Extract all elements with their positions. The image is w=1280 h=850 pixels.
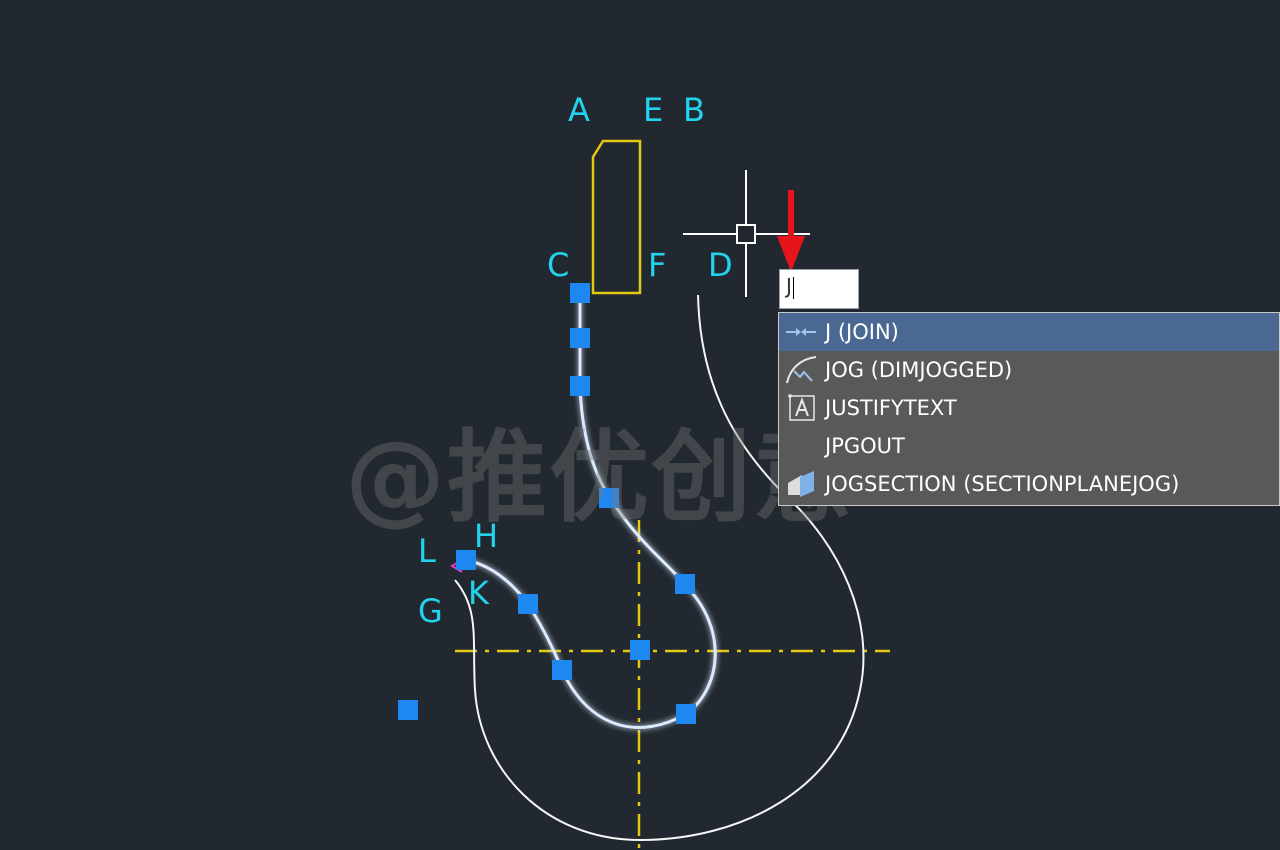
autocomplete-label: JPGOUT bbox=[825, 434, 905, 458]
selected-inner-spline[interactable] bbox=[465, 293, 717, 729]
point-label-d: D bbox=[708, 246, 733, 284]
autocomplete-item-join[interactable]: J (JOIN) bbox=[779, 313, 1279, 351]
autocomplete-label: JOGSECTION (SECTIONPLANEJOG) bbox=[825, 472, 1180, 496]
grip-handle[interactable] bbox=[599, 488, 619, 508]
blank-icon bbox=[783, 431, 819, 461]
grip-handle[interactable] bbox=[630, 640, 650, 660]
command-autocomplete-list: J (JOIN) JOG (DIMJOGGED) JUSTIFYTEXT JPG… bbox=[778, 312, 1280, 506]
grip-handle[interactable] bbox=[552, 660, 572, 680]
command-input-value: J bbox=[786, 274, 792, 298]
grip-handle[interactable] bbox=[456, 550, 476, 570]
autocomplete-label: JUSTIFYTEXT bbox=[825, 396, 957, 420]
section-plane-jog-icon bbox=[783, 469, 819, 499]
grip-handle[interactable] bbox=[398, 700, 418, 720]
jogged-dimension-icon bbox=[783, 355, 819, 385]
command-input[interactable]: J bbox=[779, 269, 859, 309]
grip-handle[interactable] bbox=[570, 376, 590, 396]
red-arrow-annotation bbox=[777, 190, 805, 272]
point-label-l: L bbox=[418, 532, 436, 570]
grip-handle[interactable] bbox=[676, 704, 696, 724]
grip-handle[interactable] bbox=[675, 574, 695, 594]
hook-shank-profile[interactable] bbox=[591, 139, 642, 295]
point-label-k: K bbox=[468, 574, 489, 612]
grip-handle[interactable] bbox=[570, 283, 590, 303]
autocomplete-item-jog[interactable]: JOG (DIMJOGGED) bbox=[779, 351, 1279, 389]
autocomplete-item-justifytext[interactable]: JUSTIFYTEXT bbox=[779, 389, 1279, 427]
text-caret bbox=[792, 276, 794, 299]
point-label-b: B bbox=[683, 91, 705, 129]
autocomplete-item-jpgout[interactable]: JPGOUT bbox=[779, 427, 1279, 465]
point-label-g: G bbox=[418, 592, 443, 630]
autocomplete-label: J (JOIN) bbox=[825, 320, 899, 344]
point-label-f: F bbox=[648, 246, 667, 284]
grip-handle[interactable] bbox=[518, 594, 538, 614]
point-label-c: C bbox=[547, 246, 570, 284]
autocomplete-item-jogsection[interactable]: JOGSECTION (SECTIONPLANEJOG) bbox=[779, 465, 1279, 503]
point-label-h: H bbox=[474, 517, 499, 555]
autocomplete-label: JOG (DIMJOGGED) bbox=[825, 358, 1013, 382]
join-icon bbox=[783, 317, 819, 347]
grip-handle[interactable] bbox=[570, 328, 590, 348]
point-label-e: E bbox=[643, 91, 664, 129]
point-label-a: A bbox=[568, 91, 590, 129]
justify-text-icon bbox=[783, 393, 819, 423]
